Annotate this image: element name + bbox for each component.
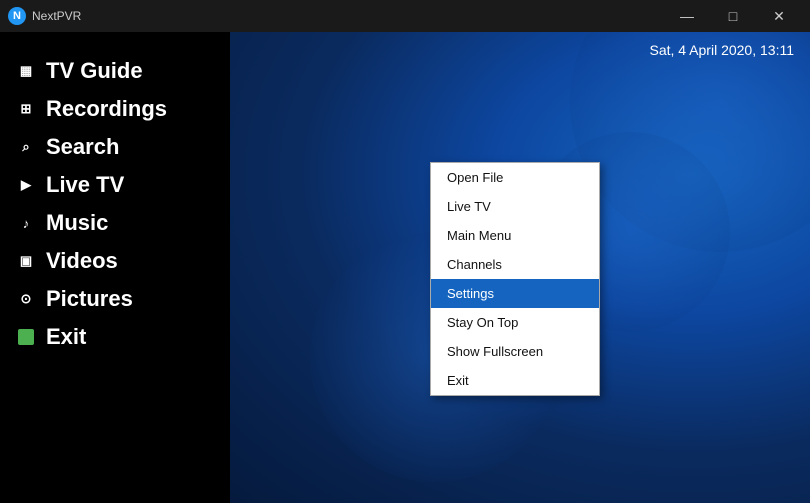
sidebar-label-videos: Videos: [46, 248, 118, 274]
sidebar-item-pictures[interactable]: ⊙ Pictures: [0, 280, 230, 318]
context-menu-item-live-tv[interactable]: Live TV: [431, 192, 599, 221]
search-icon: ⌕: [16, 137, 36, 157]
context-menu-item-stay-on-top[interactable]: Stay On Top: [431, 308, 599, 337]
pictures-icon: ⊙: [16, 289, 36, 309]
titlebar-controls: — □ ✕: [664, 0, 802, 32]
sidebar-label-recordings: Recordings: [46, 96, 167, 122]
sidebar-item-tv-guide[interactable]: ▦ TV Guide: [0, 52, 230, 90]
videos-icon: ▣: [16, 251, 36, 271]
sidebar-item-recordings[interactable]: ⊞ Recordings: [0, 90, 230, 128]
sidebar-label-live-tv: Live TV: [46, 172, 124, 198]
sidebar-label-exit: Exit: [46, 324, 86, 350]
sidebar: ▦ TV Guide ⊞ Recordings ⌕ Search ▶ Live TV ♪ Musi…: [0, 32, 230, 503]
recordings-icon: ⊞: [16, 99, 36, 119]
sidebar-item-live-tv[interactable]: ▶ Live TV: [0, 166, 230, 204]
sidebar-item-videos[interactable]: ▣ Videos: [0, 242, 230, 280]
close-button[interactable]: ✕: [756, 0, 802, 32]
context-menu-item-exit[interactable]: Exit: [431, 366, 599, 395]
content-area: Sat, 4 April 2020, 13:11 Open FileLive T…: [230, 32, 810, 503]
context-menu-item-show-fullscreen[interactable]: Show Fullscreen: [431, 337, 599, 366]
sidebar-label-search: Search: [46, 134, 119, 160]
datetime-display: Sat, 4 April 2020, 13:11: [649, 42, 794, 58]
maximize-button[interactable]: □: [710, 0, 756, 32]
tv-guide-icon: ▦: [16, 61, 36, 81]
live-tv-icon: ▶: [16, 175, 36, 195]
titlebar: N NextPVR — □ ✕: [0, 0, 810, 32]
sidebar-label-tv-guide: TV Guide: [46, 58, 143, 84]
music-icon: ♪: [16, 213, 36, 233]
context-menu-item-channels[interactable]: Channels: [431, 250, 599, 279]
sidebar-label-pictures: Pictures: [46, 286, 133, 312]
app-icon: N: [8, 7, 26, 25]
main-content: ▦ TV Guide ⊞ Recordings ⌕ Search ▶ Live TV ♪ Musi…: [0, 32, 810, 503]
context-menu-item-main-menu[interactable]: Main Menu: [431, 221, 599, 250]
app-title: NextPVR: [32, 9, 664, 23]
context-menu: Open FileLive TVMain MenuChannelsSetting…: [430, 162, 600, 396]
sidebar-item-exit[interactable]: Exit: [0, 318, 230, 356]
sidebar-label-music: Music: [46, 210, 108, 236]
exit-icon: [16, 327, 36, 347]
context-menu-item-settings[interactable]: Settings: [431, 279, 599, 308]
minimize-button[interactable]: —: [664, 0, 710, 32]
context-menu-item-open-file[interactable]: Open File: [431, 163, 599, 192]
sidebar-item-music[interactable]: ♪ Music: [0, 204, 230, 242]
sidebar-item-search[interactable]: ⌕ Search: [0, 128, 230, 166]
